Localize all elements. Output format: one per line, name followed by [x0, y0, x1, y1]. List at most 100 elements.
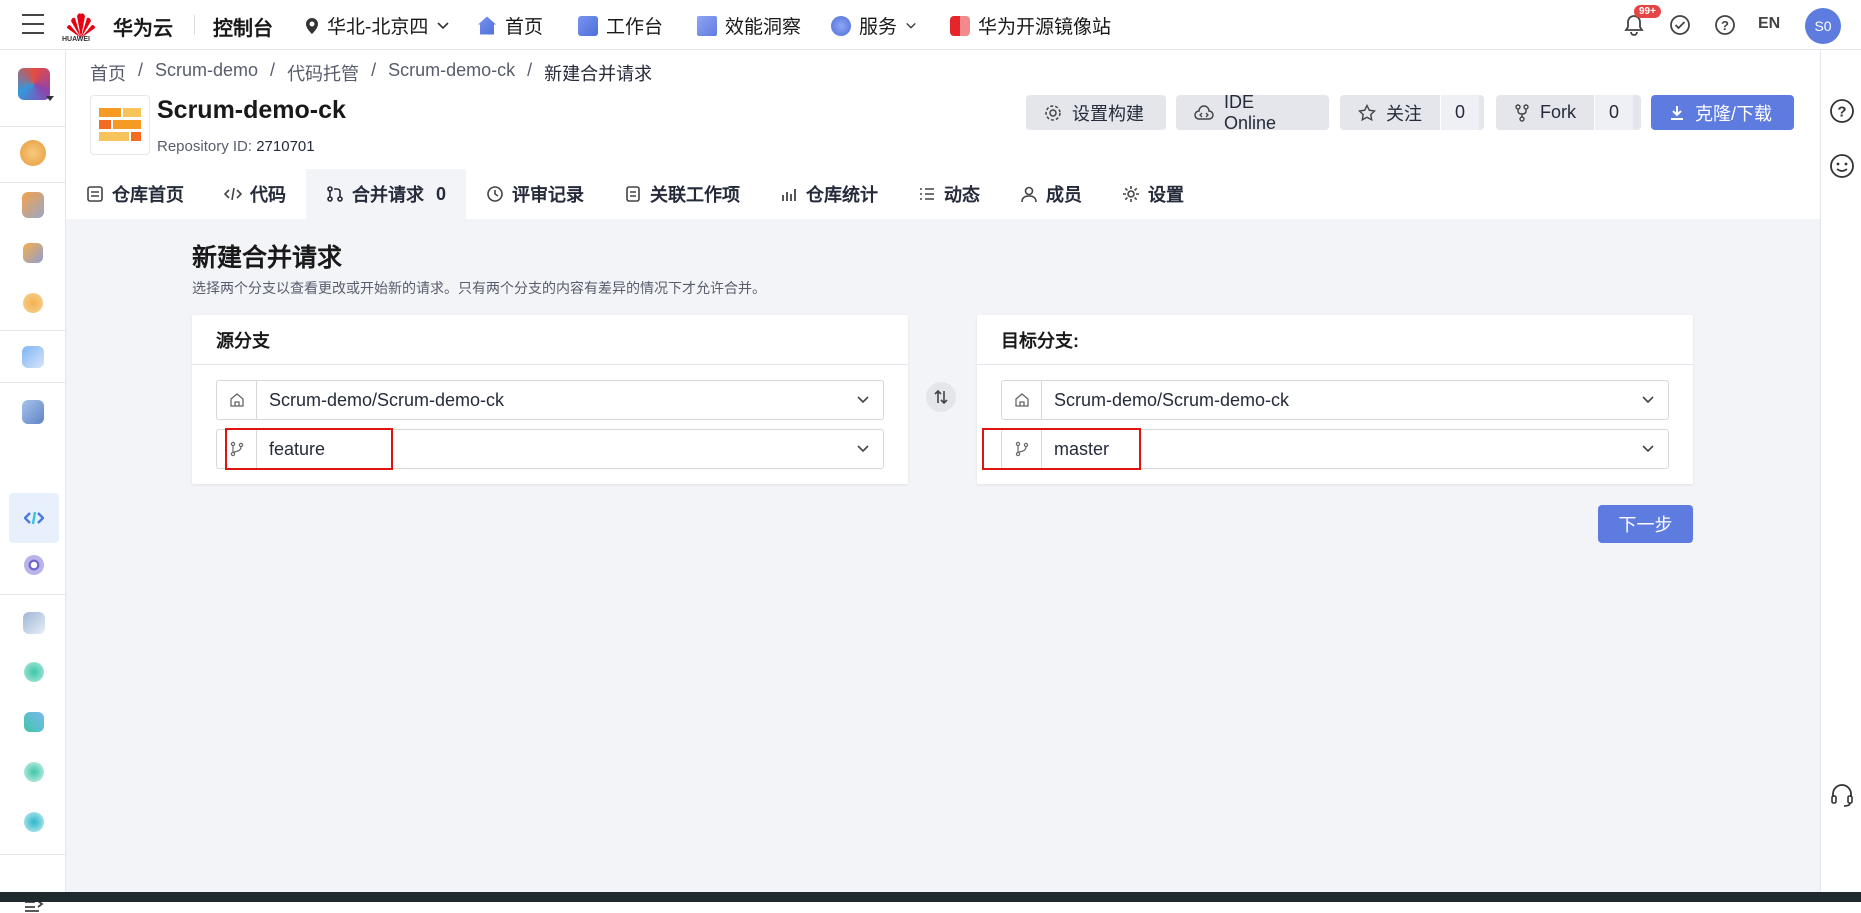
tab-label: 合并请求 [352, 185, 424, 205]
bug-icon[interactable] [23, 293, 43, 313]
breadcrumb-current: 新建合并请求 [544, 64, 653, 84]
divider [0, 126, 66, 127]
tab-review-records[interactable]: 评审记录 [466, 169, 604, 219]
chevron-down-icon [1642, 445, 1654, 453]
task-check-icon[interactable] [1669, 14, 1691, 36]
console-link[interactable]: 控制台 [213, 12, 273, 41]
language-switch[interactable]: EN [1758, 15, 1780, 33]
settings-service-icon[interactable] [24, 812, 44, 832]
svg-text:?: ? [1721, 18, 1729, 33]
chart-icon [782, 189, 796, 201]
tab-settings[interactable]: 设置 [1102, 169, 1204, 219]
chevron-down-icon [857, 445, 869, 453]
tab-count: 0 [436, 183, 447, 204]
divider [194, 15, 195, 35]
swap-icon [934, 389, 948, 405]
nav-workbench[interactable]: 工作台 [578, 12, 663, 39]
follow-label: 关注 [1386, 103, 1422, 124]
build-settings-button[interactable]: 设置构建 [1026, 95, 1166, 130]
activity-icon [920, 188, 935, 200]
insight-icon [697, 15, 717, 36]
highlight-box [225, 428, 393, 470]
work-items-icon[interactable] [22, 192, 44, 218]
target-repo-select[interactable]: Scrum-demo/Scrum-demo-ck [1001, 380, 1669, 420]
repo-header: 首页 / Scrum-demo / 代码托管 / Scrum-demo-ck /… [66, 50, 1820, 219]
merge-request-icon [327, 186, 343, 202]
source-repo-select[interactable]: Scrum-demo/Scrum-demo-ck [216, 380, 884, 420]
nav-service[interactable]: 服务 [831, 12, 917, 39]
ide-online-button[interactable]: IDE Online [1176, 92, 1329, 133]
breadcrumb-separator: / [371, 60, 377, 80]
artifact-icon[interactable] [24, 662, 44, 682]
breadcrumb-separator: / [527, 60, 533, 80]
clone-download-label: 克隆/下载 [1695, 103, 1773, 124]
page-title: 新建合并请求 [192, 244, 343, 272]
nav-insight[interactable]: 效能洞察 [697, 12, 801, 39]
nav-home-label: 首页 [505, 17, 544, 38]
tab-linked-work-items[interactable]: 关联工作项 [604, 169, 760, 219]
region-selector[interactable]: 华北-北京四 [305, 12, 450, 39]
tab-label: 仓库统计 [806, 185, 879, 205]
nav-mirror[interactable]: 华为开源镜像站 [950, 12, 1111, 39]
build-icon[interactable] [23, 612, 45, 634]
page-description: 选择两个分支以查看更改或开始新的请求。只有两个分支的内容有差异的情况下才允许合并… [192, 280, 766, 296]
avatar[interactable]: S0 [1805, 8, 1841, 44]
tab-label: 仓库首页 [112, 185, 184, 205]
help-icon[interactable]: ? [1714, 14, 1736, 36]
breadcrumb-separator: / [270, 60, 276, 80]
tab-repo-home[interactable]: 仓库首页 [66, 169, 204, 219]
tab-members[interactable]: 成员 [1000, 169, 1102, 219]
feedback-smile-icon[interactable] [1829, 153, 1855, 179]
tab-activity[interactable]: 动态 [898, 169, 1000, 219]
fork-count: 0 [1594, 95, 1634, 130]
menu-icon[interactable] [22, 14, 44, 34]
huawei-logo-text: HUAWEI [62, 36, 90, 43]
follow-count: 0 [1440, 95, 1480, 130]
gear-icon [1045, 104, 1061, 121]
tab-label: 代码 [250, 185, 286, 205]
pipeline-icon[interactable] [24, 762, 44, 782]
breadcrumb-item[interactable]: 首页 [90, 60, 126, 86]
service-sidebar [0, 50, 66, 912]
fork-icon [1515, 103, 1529, 122]
target-branch-header: 目标分支: [977, 315, 1693, 365]
tab-merge-requests[interactable]: 合并请求 0 [306, 169, 467, 219]
follow-button[interactable]: 关注 0 [1340, 95, 1484, 130]
nav-home[interactable]: 首页 [477, 12, 543, 39]
workbench-icon [578, 15, 598, 36]
tab-label: 关联工作项 [650, 185, 741, 205]
document-icon [87, 186, 103, 202]
list-icon [626, 186, 640, 202]
ide-online-label: IDE Online [1223, 91, 1277, 133]
code-check-icon[interactable] [24, 555, 44, 575]
customer-service-icon[interactable] [1829, 782, 1855, 808]
swap-branches-button[interactable] [926, 382, 956, 412]
source-branch-header: 源分支 [192, 315, 908, 365]
brand-name[interactable]: 华为云 [113, 12, 173, 41]
repo-name: Scrum-demo-ck [157, 96, 346, 124]
tab-label: 动态 [944, 185, 981, 205]
breadcrumb-separator: / [138, 60, 144, 80]
next-step-button[interactable]: 下一步 [1598, 505, 1693, 543]
requirements-icon[interactable] [23, 243, 43, 263]
deploy-icon[interactable] [24, 712, 44, 732]
nav-workbench-label: 工作台 [606, 17, 664, 38]
nav-insight-label: 效能洞察 [725, 17, 802, 38]
code-icon [224, 187, 242, 201]
notification-badge: 99+ [1634, 5, 1661, 18]
download-icon [1671, 105, 1683, 120]
tab-repo-stats[interactable]: 仓库统计 [760, 169, 898, 219]
breadcrumb-item[interactable]: Scrum-demo [155, 60, 258, 86]
help-icon[interactable]: ? [1829, 98, 1855, 124]
clone-download-button[interactable]: 克隆/下载 [1651, 95, 1794, 130]
breadcrumb-item[interactable]: 代码托管 [287, 60, 359, 86]
service-icon [831, 15, 851, 36]
divider [0, 594, 66, 595]
project-overview-icon[interactable] [20, 140, 46, 166]
repository-icon[interactable] [22, 400, 44, 424]
repo-logo-icon [90, 95, 150, 155]
tab-code[interactable]: 代码 [204, 169, 306, 219]
breadcrumb-item[interactable]: Scrum-demo-ck [388, 60, 515, 86]
test-plan-icon[interactable] [22, 346, 44, 368]
fork-button[interactable]: Fork 0 [1496, 95, 1641, 130]
